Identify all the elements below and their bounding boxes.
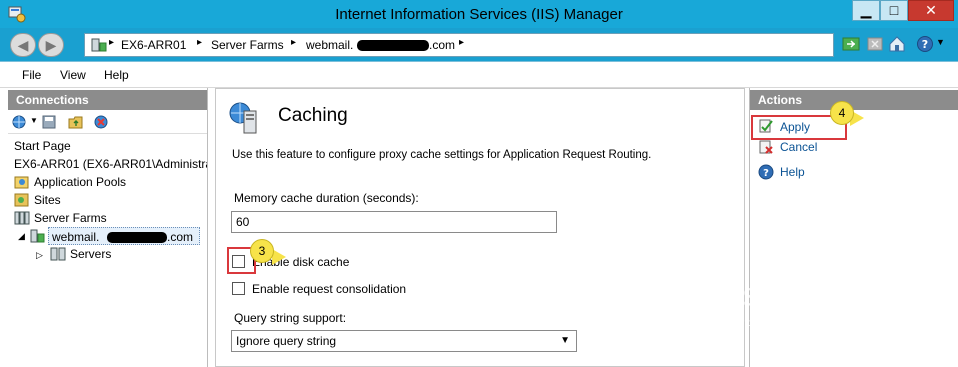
caching-feature-icon xyxy=(229,102,257,134)
connect-globe-icon[interactable] xyxy=(12,115,28,129)
help-icon[interactable]: ? xyxy=(916,35,934,53)
minimize-icon: ▁ xyxy=(860,2,872,18)
back-button[interactable]: ◀ xyxy=(10,33,36,57)
menu-help[interactable]: Help xyxy=(104,68,129,82)
save-icon[interactable] xyxy=(42,115,58,129)
connections-toolbar: ▼ xyxy=(8,110,207,134)
actions-header: Actions xyxy=(750,90,958,110)
farm-node-icon xyxy=(30,229,45,243)
connections-panel: Connections ▼ Start Page EX6-ARR01 (EX6-… xyxy=(8,88,208,367)
breadcrumb-separator: ▸ xyxy=(197,37,203,48)
svg-text:?: ? xyxy=(763,168,769,179)
tree-farm-selected[interactable]: webmail. .com xyxy=(48,227,200,245)
server-root-icon xyxy=(91,38,107,52)
breadcrumb-separator: ▸ xyxy=(109,37,115,48)
tree-server-farms[interactable]: Server Farms xyxy=(34,211,107,225)
query-string-select[interactable]: Ignore query string ▼ xyxy=(231,330,577,352)
watermark-tagline: change the world by contributions xyxy=(676,318,825,329)
tree-farm-label: webmail. xyxy=(52,230,100,244)
feature-description: Use this feature to configure proxy cach… xyxy=(232,149,652,161)
breadcrumb-server-farms[interactable]: Server Farms xyxy=(211,38,284,52)
tree-start-page[interactable]: Start Page xyxy=(14,139,71,153)
redaction-mark xyxy=(357,40,429,51)
disconnect-icon[interactable] xyxy=(94,115,110,129)
caching-feature-panel: Caching Use this feature to configure pr… xyxy=(215,88,745,367)
stop-icon[interactable] xyxy=(866,35,884,53)
maximize-icon: □ xyxy=(889,2,899,18)
maximize-button[interactable]: □ xyxy=(880,0,908,21)
app-pool-icon xyxy=(14,176,29,189)
up-folder-icon[interactable] xyxy=(68,115,84,129)
connect-dropdown-icon[interactable]: ▼ xyxy=(30,116,38,125)
connections-header: Connections xyxy=(8,90,207,110)
help-action[interactable]: Help xyxy=(780,165,805,179)
window-title: Internet Information Services (IIS) Mana… xyxy=(335,6,623,23)
step3-callout: 3 xyxy=(250,239,274,263)
step3-callout-tail xyxy=(272,249,286,265)
refresh-icon[interactable] xyxy=(842,35,860,53)
address-path[interactable]: ▸ EX6-ARR01 ▸ Server Farms ▸ webmail. .c… xyxy=(84,33,834,57)
breadcrumb-farm-suffix: .com xyxy=(429,38,456,52)
close-icon: ✕ xyxy=(925,2,937,18)
address-bar: ◀ ▶ ▸ EX6-ARR01 ▸ Server Farms ▸ webmail… xyxy=(0,28,958,62)
server-farm-icon xyxy=(14,211,30,225)
query-string-label: Query string support: xyxy=(234,311,347,325)
breadcrumb-separator: ▸ xyxy=(459,37,465,48)
breadcrumb-separator: ▸ xyxy=(291,37,297,48)
cancel-action[interactable]: Cancel xyxy=(780,140,817,154)
sites-icon xyxy=(14,193,29,207)
tree-server-node[interactable]: EX6-ARR01 (EX6-ARR01\Administrato xyxy=(14,157,207,171)
page-title: Caching xyxy=(278,105,348,126)
request-consolidation-checkbox[interactable] xyxy=(232,282,245,295)
watermark-brand: mvpskill xyxy=(675,278,852,313)
tree-collapse-icon[interactable]: ◢ xyxy=(18,231,25,242)
memory-cache-label: Memory cache duration (seconds): xyxy=(234,191,419,205)
tree-application-pools[interactable]: Application Pools xyxy=(34,175,126,189)
title-bar: Internet Information Services (IIS) Mana… xyxy=(0,0,958,28)
chevron-down-icon: ▼ xyxy=(560,335,570,346)
tree-farm-suffix: .com xyxy=(167,230,194,244)
svg-text:?: ? xyxy=(922,38,928,51)
request-consolidation-label: Enable request consolidation xyxy=(252,282,407,296)
menu-bar: File View Help xyxy=(0,63,958,88)
close-button[interactable]: ✕ xyxy=(908,0,954,21)
tree-servers[interactable]: Servers xyxy=(70,247,111,261)
menu-view[interactable]: View xyxy=(60,68,86,82)
forward-button[interactable]: ▶ xyxy=(38,33,64,57)
tree-expand-icon[interactable]: ▷ xyxy=(36,250,43,261)
help-icon: ? xyxy=(758,164,774,180)
breadcrumb-server[interactable]: EX6-ARR01 xyxy=(121,38,186,52)
memory-cache-input[interactable]: 60 xyxy=(231,211,557,233)
help-dropdown-icon[interactable]: ▼ xyxy=(936,37,945,47)
back-arrow-icon: ◀ xyxy=(17,37,29,53)
cancel-icon xyxy=(759,140,773,154)
servers-icon xyxy=(50,247,66,261)
home-icon[interactable] xyxy=(888,35,906,53)
tree-sites[interactable]: Sites xyxy=(34,193,61,207)
minimize-button[interactable]: ▁ xyxy=(852,0,880,21)
breadcrumb-farm[interactable]: webmail. xyxy=(306,38,353,52)
redaction-mark xyxy=(107,232,167,243)
step4-callout: 4 xyxy=(830,101,854,125)
query-string-value: Ignore query string xyxy=(236,334,337,348)
menu-file[interactable]: File xyxy=(22,68,41,82)
forward-arrow-icon: ▶ xyxy=(45,37,57,53)
